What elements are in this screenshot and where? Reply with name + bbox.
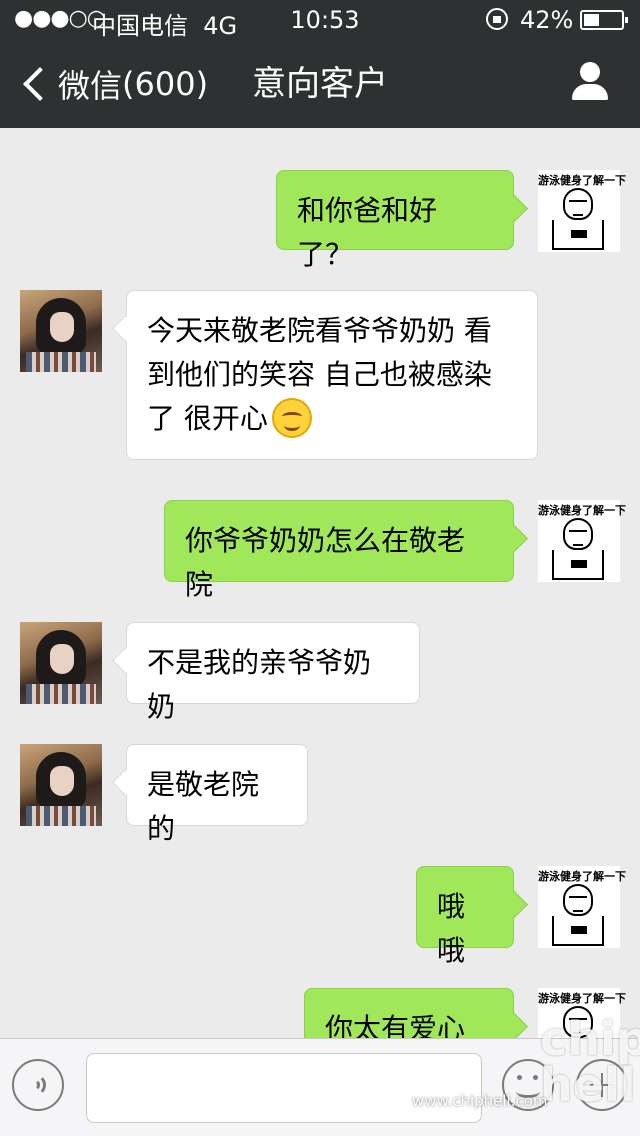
- my-avatar-caption: 游泳健身了解一下: [538, 174, 626, 187]
- meme-head: [563, 188, 593, 220]
- avatar-face: [50, 766, 74, 796]
- avatar-face: [50, 312, 74, 342]
- watermark-url: www.chiphell.com: [412, 1092, 548, 1110]
- voice-icon[interactable]: [12, 1059, 64, 1111]
- message-bubble-incoming[interactable]: 是敬老院的: [126, 744, 308, 845]
- message-text: 你爷爷奶奶怎么在敬老院: [185, 524, 466, 601]
- meme-head: [563, 518, 593, 550]
- network-type: 4G: [203, 12, 238, 40]
- message-text: 不是我的亲爷爷奶奶: [147, 646, 372, 723]
- chat-title: 意向客户: [252, 64, 388, 104]
- my-avatar[interactable]: 游泳健身了解一下: [538, 170, 626, 252]
- avatar-face: [50, 644, 74, 674]
- message-bubble-incoming[interactable]: 今天来敬老院看爷爷奶奶 看到他们的笑容 自己也被感染了 很开心: [126, 290, 538, 460]
- message-bubble-outgoing[interactable]: 和你爸和好了？: [276, 170, 514, 271]
- watermark-logo: chip hell: [540, 1012, 640, 1112]
- battery-icon: [580, 10, 628, 30]
- smiling-face-emoji-icon: [271, 398, 312, 438]
- carrier-label: 中国电信 4G: [92, 6, 237, 41]
- message-text: 你太有爱心了: [325, 1012, 466, 1038]
- contact-avatar[interactable]: [20, 622, 102, 704]
- battery-percent: 42%: [520, 6, 574, 34]
- meme-body: [552, 916, 604, 946]
- message-text: 和你爸和好了？: [297, 194, 438, 271]
- person-icon[interactable]: [570, 62, 610, 102]
- avatar-shirt: [26, 806, 96, 826]
- person-icon-head: [580, 62, 600, 82]
- my-avatar-caption: 游泳健身了解一下: [538, 992, 626, 1005]
- back-label: 微信: [58, 67, 123, 105]
- message-bubble-outgoing[interactable]: 你爷爷奶奶怎么在敬老院: [164, 500, 514, 601]
- my-avatar[interactable]: 游泳健身了解一下: [538, 500, 626, 582]
- chat-area[interactable]: 游泳健身了解一下 和你爸和好了？ 今天来敬老院看爷爷奶奶 看到他们的笑容 自己也…: [0, 128, 640, 1038]
- my-avatar-caption: 游泳健身了解一下: [538, 870, 626, 883]
- meme-body: [552, 220, 604, 250]
- message-bubble-incoming[interactable]: 不是我的亲爷爷奶奶: [126, 622, 420, 723]
- voice-wave-large: [24, 1074, 46, 1096]
- avatar-shirt: [26, 684, 96, 704]
- rotation-lock-icon: [486, 8, 508, 30]
- nav-bar: 微信 (600) 意向客户: [0, 40, 640, 128]
- contact-avatar[interactable]: [20, 744, 102, 826]
- message-bubble-outgoing[interactable]: 哦哦: [416, 866, 514, 967]
- status-time: 10:53: [290, 6, 360, 34]
- carrier-name: 中国电信: [92, 12, 188, 40]
- avatar-shirt: [26, 352, 96, 372]
- meme-head: [563, 884, 593, 916]
- person-icon-body: [572, 84, 608, 100]
- message-bubble-outgoing[interactable]: 你太有爱心了: [304, 988, 514, 1038]
- my-avatar[interactable]: 游泳健身了解一下: [538, 866, 626, 948]
- my-avatar-caption: 游泳健身了解一下: [538, 504, 626, 517]
- contact-avatar[interactable]: [20, 290, 102, 372]
- status-bar: ●●●○○ 中国电信 4G 10:53 42%: [0, 0, 640, 40]
- message-text: 哦哦: [437, 890, 466, 967]
- message-text: 是敬老院的: [147, 768, 260, 845]
- top-bar: ●●●○○ 中国电信 4G 10:53 42% 微信 (600) 意向客户: [0, 0, 640, 128]
- chevron-left-icon: [23, 67, 57, 101]
- message-input[interactable]: [86, 1053, 482, 1123]
- message-text: 今天来敬老院看爷爷奶奶 看到他们的笑容 自己也被感染了 很开心: [147, 314, 492, 435]
- meme-body: [552, 550, 604, 580]
- battery-fill: [584, 14, 599, 26]
